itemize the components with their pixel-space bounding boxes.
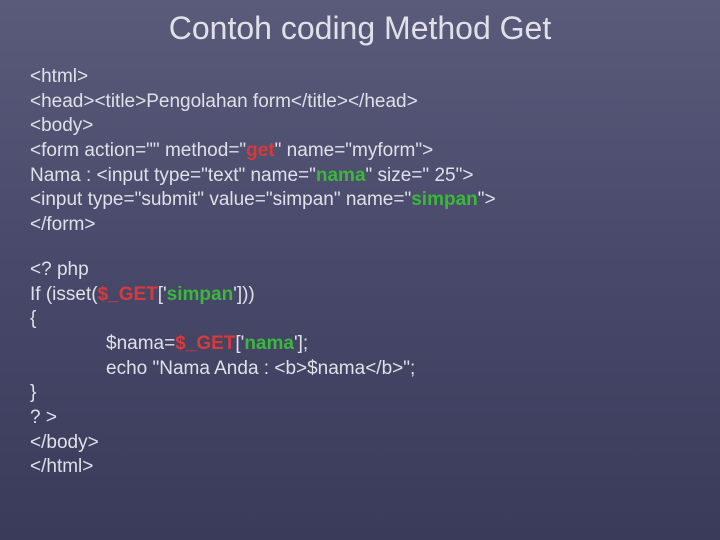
code-text: Nama : <input type="text" name=" — [30, 165, 316, 186]
code-line: </html> — [30, 455, 690, 480]
code-text: [' — [158, 284, 167, 305]
code-block-html: <html> <head><title>Pengolahan form</tit… — [0, 65, 720, 238]
code-line: <body> — [30, 114, 690, 139]
highlight-nama-key: nama — [244, 333, 294, 354]
code-text: <input type="submit" value="simpan" name… — [30, 189, 411, 210]
highlight-get-var: $_GET — [98, 284, 158, 305]
code-line: <head><title>Pengolahan form</title></he… — [30, 90, 690, 115]
code-line: <form action="" method="get" name="myfor… — [30, 139, 690, 164]
code-text: " size=" 25"> — [366, 165, 474, 186]
highlight-simpan: simpan — [411, 189, 478, 210]
code-line: <? php — [30, 258, 690, 283]
code-text: '])) — [233, 284, 255, 305]
highlight-get-var: $_GET — [175, 333, 235, 354]
code-line: ? > — [30, 406, 690, 431]
code-block-php: <? php If (isset($_GET['simpan'])) { $na… — [0, 258, 720, 480]
slide-title: Contoh coding Method Get — [0, 0, 720, 65]
code-text: [' — [235, 333, 244, 354]
code-line: echo "Nama Anda : <b>$nama</b>"; — [30, 357, 690, 382]
code-line: </form> — [30, 213, 690, 238]
code-text: "> — [478, 189, 496, 210]
code-line: $nama=$_GET['nama']; — [30, 332, 690, 357]
code-line: <html> — [30, 65, 690, 90]
code-text: echo "Nama Anda : <b>$nama</b>"; — [106, 358, 415, 379]
highlight-get: get — [246, 140, 275, 161]
code-text: <form action="" method=" — [30, 140, 246, 161]
highlight-nama: nama — [316, 165, 366, 186]
code-text: ']; — [294, 333, 308, 354]
code-line: { — [30, 307, 690, 332]
code-text: " name="myform"> — [275, 140, 434, 161]
code-line: } — [30, 381, 690, 406]
code-line: </body> — [30, 431, 690, 456]
code-line: If (isset($_GET['simpan'])) — [30, 283, 690, 308]
code-text: $nama= — [106, 333, 175, 354]
code-line: Nama : <input type="text" name="nama" si… — [30, 164, 690, 189]
code-line: <input type="submit" value="simpan" name… — [30, 188, 690, 213]
code-text: If (isset( — [30, 284, 98, 305]
highlight-simpan-key: simpan — [167, 284, 234, 305]
